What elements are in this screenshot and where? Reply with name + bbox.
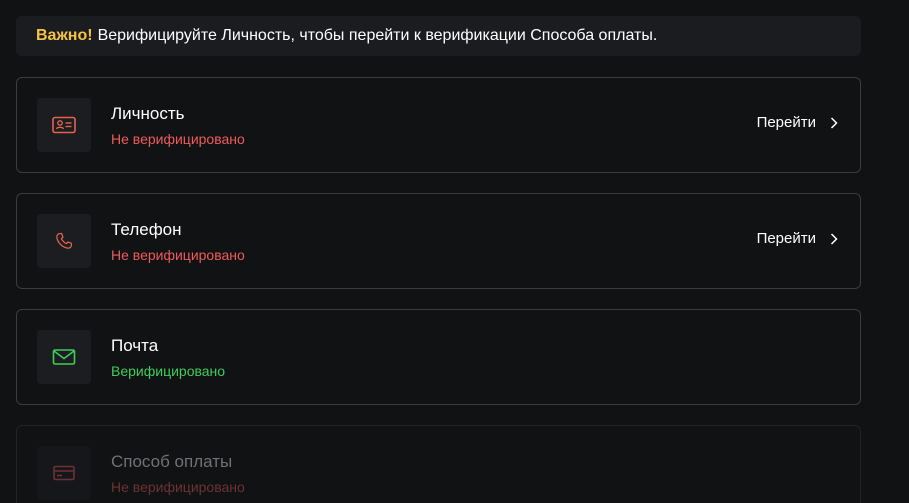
identity-icon-box <box>37 98 91 152</box>
mail-icon <box>52 349 76 365</box>
card-status: Верифицировано <box>111 363 226 379</box>
phone-icon <box>56 232 73 249</box>
card-status: Не верифицировано <box>111 131 245 147</box>
go-button-identity[interactable]: Перейти <box>757 114 838 131</box>
credit-card-icon <box>53 465 75 481</box>
card-title: Способ оплаты <box>111 452 233 471</box>
notice-important-label: Важно! <box>36 27 93 44</box>
verification-card-mail: Почта Верифицировано <box>16 309 861 405</box>
mail-icon-box <box>37 330 91 384</box>
verification-page: Важно! Верифицируйте Личность, чтобы пер… <box>0 0 909 503</box>
go-button-phone[interactable]: Перейти <box>757 230 838 247</box>
go-button-label: Перейти <box>756 114 816 131</box>
card-status: Не верифицировано <box>111 247 245 263</box>
chevron-right-icon <box>830 116 838 129</box>
card-title: Личность <box>111 104 185 123</box>
notice-message: Верифицируйте Личность, чтобы перейти к … <box>97 27 658 44</box>
verification-card-identity[interactable]: Личность Не верифицировано Перейти <box>16 77 861 173</box>
payment-icon-box <box>37 446 91 500</box>
important-notice: Важно! Верифицируйте Личность, чтобы пер… <box>16 16 861 56</box>
card-title: Телефон <box>111 220 182 239</box>
card-status: Не верифицировано <box>111 479 245 495</box>
verification-card-phone[interactable]: Телефон Не верифицировано Перейти <box>16 193 861 289</box>
go-button-label: Перейти <box>756 230 816 247</box>
verification-card-payment-method: Способ оплаты Не верифицировано <box>16 425 861 503</box>
phone-icon-box <box>37 214 91 268</box>
id-card-icon <box>52 116 76 134</box>
card-title: Почта <box>111 336 159 355</box>
chevron-right-icon <box>830 232 838 245</box>
